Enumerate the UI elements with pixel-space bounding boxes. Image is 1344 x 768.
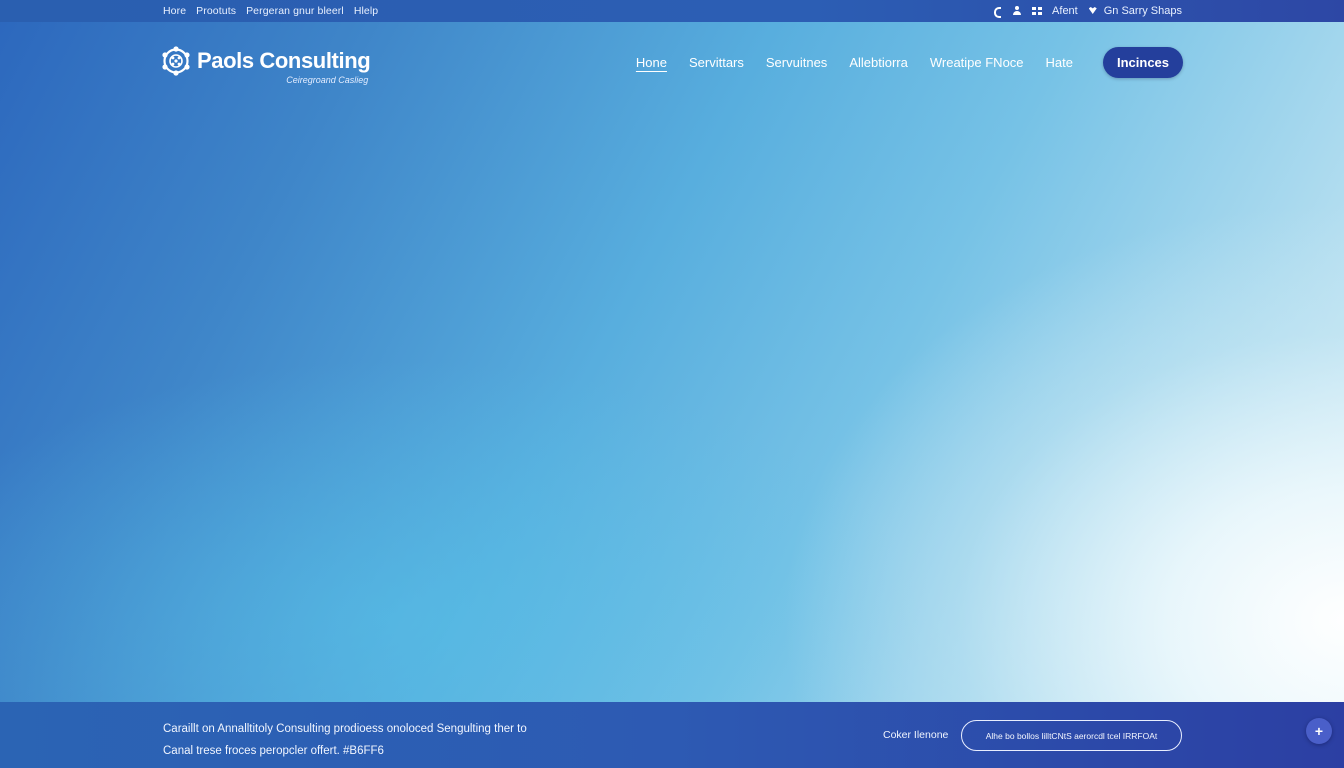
cookie-settings-link[interactable]: Coker Ilenone — [883, 729, 948, 741]
nav-wreatipe-fnoce[interactable]: Wreatipe FNoce — [930, 55, 1024, 70]
phone-icon[interactable] — [992, 6, 1002, 18]
logo-name: Paols Consulting — [197, 48, 371, 73]
site-logo[interactable]: Paols Consulting Ceiregroand Caslieg — [161, 45, 371, 85]
logo-tagline: Ceiregroand Caslieg — [286, 75, 369, 85]
heart-icon — [1088, 6, 1098, 16]
utility-link-help[interactable]: Hlelp — [354, 5, 378, 17]
logo-text: Paols Consulting Ceiregroand Caslieg — [197, 48, 371, 85]
cookie-accept-button[interactable]: Alhe bo bollos lilltCNtS aerorcdl tcel I… — [961, 720, 1182, 751]
nav-home[interactable]: Hone — [636, 55, 667, 70]
cookie-message-line-1: Caraillt on Annalltitoly Consulting prod… — [163, 723, 527, 735]
utility-link-program[interactable]: Pergeran gnur bleerl — [246, 5, 344, 17]
utility-links: Hore Prootuts Pergeran gnur bleerl Hlelp — [163, 0, 378, 22]
utility-actions: Afent Gn Sarry Shaps — [992, 0, 1182, 22]
user-icon[interactable] — [1012, 6, 1022, 16]
utility-bar: Hore Prootuts Pergeran gnur bleerl Hlelp… — [0, 0, 1344, 22]
utility-link-products[interactable]: Prootuts — [196, 5, 236, 17]
account-link[interactable]: Afent — [1052, 5, 1078, 17]
nav-hate[interactable]: Hate — [1046, 55, 1073, 70]
cookie-message-line-2: Canal trese froces peropcler offert. #B6… — [163, 745, 384, 757]
cookie-banner: Caraillt on Annalltitoly Consulting prod… — [0, 702, 1344, 768]
utility-link-home[interactable]: Hore — [163, 5, 186, 17]
grid-icon[interactable] — [1032, 6, 1043, 16]
main-nav: Hone Servittars Servuitnes Allebtiorra W… — [636, 47, 1183, 78]
shop-link-label: Gn Sarry Shaps — [1103, 5, 1182, 17]
nav-servuitnes[interactable]: Servuitnes — [766, 55, 827, 70]
nav-servittars[interactable]: Servittars — [689, 55, 744, 70]
cookie-message: Caraillt on Annalltitoly Consulting prod… — [163, 718, 583, 762]
floating-add-button[interactable]: + — [1306, 718, 1332, 744]
nav-allebtiorra[interactable]: Allebtiorra — [849, 55, 908, 70]
hero-background — [0, 0, 1344, 768]
logo-network-icon — [162, 46, 190, 76]
shop-link[interactable]: Gn Sarry Shaps — [1088, 5, 1182, 17]
nav-cta-button[interactable]: Incinces — [1103, 47, 1183, 78]
